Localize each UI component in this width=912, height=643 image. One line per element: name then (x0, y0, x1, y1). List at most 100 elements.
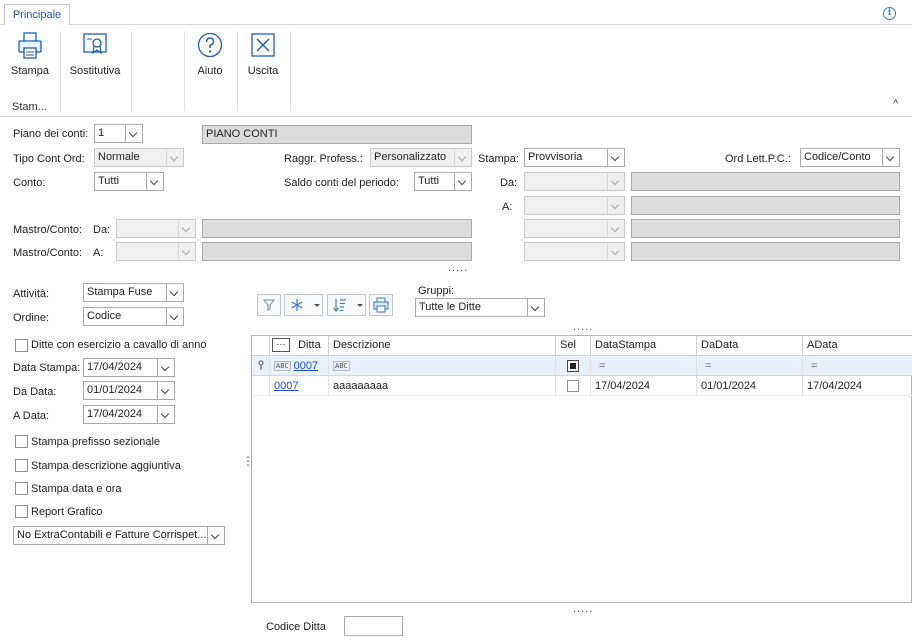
table-row[interactable]: 0007 aaaaaaaaa 17/04/2024 01/01/2024 17/… (252, 376, 912, 396)
a-select[interactable] (524, 196, 625, 215)
raggr-profess-value: Personalizzato (374, 151, 447, 163)
filter-cell-ditta[interactable]: ABC 0007 (270, 356, 329, 376)
a-data-label: A Data: (13, 410, 50, 422)
stampa-descrizione-label: Stampa descrizione aggiuntiva (31, 460, 181, 472)
column-header-adata[interactable]: AData (803, 336, 912, 356)
filter-icon (262, 299, 276, 311)
piano-conti-value: 1 (98, 127, 105, 139)
filter-button[interactable] (257, 294, 281, 316)
tab-principale[interactable]: Principale (4, 4, 70, 26)
chevron-down-icon[interactable] (178, 220, 195, 237)
raggr-profess-label: Raggr. Profess.: (284, 153, 363, 165)
filter-ditta-value[interactable]: 0007 (294, 360, 318, 372)
chevron-down-icon[interactable] (166, 284, 183, 301)
chevron-down-icon[interactable] (157, 382, 174, 399)
chevron-down-icon[interactable] (607, 197, 624, 214)
chevron-down-icon[interactable] (166, 308, 183, 325)
uscita-button[interactable]: Uscita (244, 31, 282, 91)
splitter-handle[interactable]: ..... (448, 262, 468, 274)
sort-dropdown-button[interactable] (327, 294, 366, 316)
filter-sel-checkbox[interactable] (567, 360, 579, 373)
cell-sel[interactable] (556, 376, 591, 396)
chevron-down-icon[interactable] (178, 243, 195, 260)
da-select[interactable] (524, 172, 625, 191)
ordine-value: Codice (87, 310, 122, 322)
filter-equals-icon: = (811, 360, 818, 372)
ord-lett-select[interactable]: Codice/Conto (800, 148, 900, 167)
filter-cell-dadata[interactable]: = (697, 356, 803, 376)
stampa-descrizione-checkbox[interactable] (15, 459, 28, 472)
chevron-down-icon[interactable] (607, 149, 624, 166)
column-header-ditta[interactable]: ··· Ditta (270, 336, 329, 356)
codice-ditta-input[interactable] (344, 616, 403, 636)
stampa-data-ora-checkbox[interactable] (15, 482, 28, 495)
chevron-down-icon[interactable] (527, 299, 544, 316)
filter-cell-datastampa[interactable]: = (591, 356, 697, 376)
cell-ditta[interactable]: 0007 (270, 376, 329, 396)
chevron-down-icon[interactable] (607, 220, 624, 237)
print-grid-button[interactable] (369, 294, 393, 316)
chevron-down-icon[interactable] (146, 173, 163, 190)
a-data-field[interactable]: 17/04/2024 (83, 405, 175, 424)
saldo-value: Tutti (418, 175, 439, 187)
attivita-select[interactable]: Stampa Fuse (83, 283, 184, 302)
row-sel-checkbox[interactable] (567, 380, 579, 393)
gruppi-label: Gruppi: (418, 285, 455, 297)
chevron-down-icon[interactable] (157, 359, 174, 376)
chevron-down-icon[interactable] (207, 527, 224, 544)
tipo-cont-select[interactable]: Normale (94, 148, 184, 167)
chevron-down-icon[interactable] (157, 406, 174, 423)
extra-contabili-select[interactable]: No ExtraContabili e Fatture Corrispet... (13, 526, 225, 545)
conto-select[interactable]: Tutti (94, 172, 164, 191)
column-header-dadata[interactable]: DaData (697, 336, 803, 356)
data-stampa-label: Data Stampa: (13, 362, 81, 374)
mastro-a-right-select[interactable] (524, 242, 625, 261)
codice-ditta-label: Codice Ditta (266, 621, 326, 633)
chevron-down-icon[interactable] (166, 149, 183, 166)
mastro-da-select[interactable] (116, 219, 196, 238)
column-menu-button[interactable]: ··· (272, 338, 290, 353)
ditta-link[interactable]: 0007 (274, 380, 298, 392)
raggr-profess-select[interactable]: Personalizzato (370, 148, 472, 167)
ditte-esercizio-label: Ditte con esercizio a cavallo di anno (31, 339, 207, 351)
printer-icon (373, 297, 389, 313)
report-grafico-checkbox[interactable] (15, 505, 28, 518)
ribbon-collapse-icon[interactable]: ^ (893, 98, 898, 110)
grid-splitter-top[interactable]: ..... (573, 321, 593, 333)
aiuto-button[interactable]: Aiuto (192, 31, 228, 91)
cell-dadata: 01/01/2024 (697, 376, 803, 396)
ordine-select[interactable]: Codice (83, 307, 184, 326)
chevron-down-icon[interactable] (454, 173, 471, 190)
sostitutiva-button[interactable]: Sostitutiva (66, 31, 124, 91)
stampa-button-label: Stampa (11, 65, 49, 77)
conto-label: Conto: (13, 177, 46, 189)
saldo-select[interactable]: Tutti (414, 172, 472, 191)
filter-cell-descrizione[interactable]: ABC (329, 356, 556, 376)
filter-cell-sel[interactable] (556, 356, 591, 376)
snowflake-dropdown-button[interactable] (284, 294, 323, 316)
mastro-a-select[interactable] (116, 242, 196, 261)
chevron-down-icon[interactable] (882, 149, 899, 166)
stampa-select[interactable]: Provvisoria (524, 148, 625, 167)
chevron-down-icon[interactable] (125, 125, 142, 142)
column-header-descrizione[interactable]: Descrizione (329, 336, 556, 356)
filter-cell-adata[interactable]: = (803, 356, 912, 376)
chevron-down-icon[interactable] (607, 243, 624, 260)
mastro-a-sublabel: A: (93, 247, 104, 259)
mastro-da-right-select[interactable] (524, 219, 625, 238)
stampa-button[interactable]: Stampa (8, 31, 52, 91)
data-stampa-field[interactable]: 17/04/2024 (83, 358, 175, 377)
row-indicator (252, 376, 270, 396)
info-icon[interactable]: i (883, 7, 896, 20)
gruppi-select[interactable]: Tutte le Ditte (415, 298, 545, 317)
chevron-down-icon[interactable] (607, 173, 624, 190)
ditte-esercizio-checkbox[interactable] (15, 339, 28, 352)
ribbon-separator (184, 31, 185, 111)
column-header-sel[interactable]: Sel (556, 336, 591, 356)
da-data-field[interactable]: 01/01/2024 (83, 381, 175, 400)
piano-conti-select[interactable]: 1 (94, 124, 143, 143)
chevron-down-icon[interactable] (454, 149, 471, 166)
column-header-datastampa[interactable]: DataStampa (591, 336, 697, 356)
stampa-prefisso-checkbox[interactable] (15, 435, 28, 448)
grid-splitter-bottom[interactable]: ..... (573, 603, 593, 615)
